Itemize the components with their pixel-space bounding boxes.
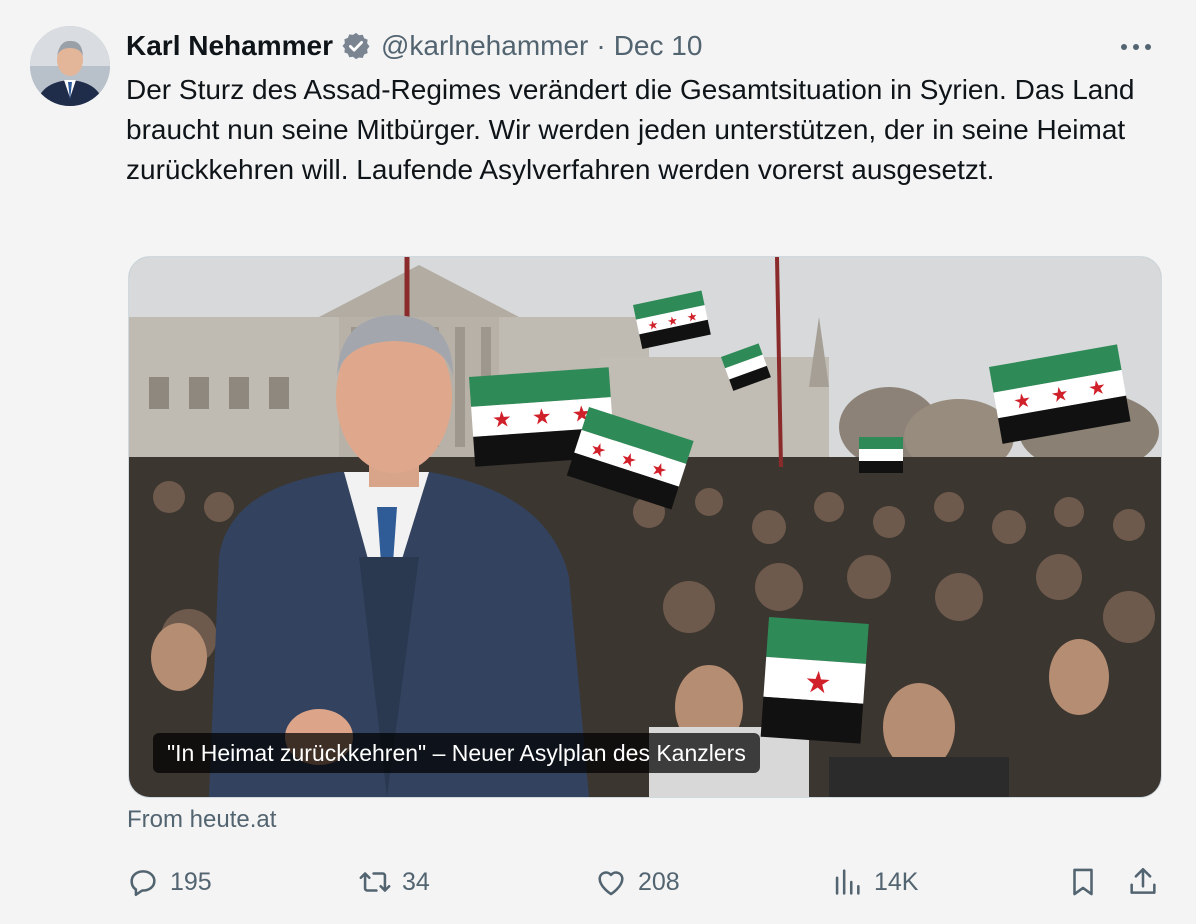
verified-badge-icon bbox=[342, 32, 370, 60]
avatar-image bbox=[30, 26, 110, 106]
tweet-text: Der Sturz des Assad-Regimes verändert di… bbox=[126, 74, 1135, 185]
more-options-button[interactable] bbox=[1116, 32, 1156, 62]
bookmark-button[interactable] bbox=[1066, 860, 1100, 904]
tweet-date[interactable]: Dec 10 bbox=[614, 30, 703, 62]
svg-text:★: ★ bbox=[1012, 389, 1033, 414]
more-dots-icon bbox=[1121, 44, 1151, 50]
author-avatar[interactable] bbox=[30, 26, 110, 106]
reply-count: 195 bbox=[170, 867, 212, 896]
repost-count: 34 bbox=[402, 867, 430, 896]
author-name[interactable]: Karl Nehammer bbox=[126, 30, 333, 62]
link-card[interactable]: ★ ★ ★ ★ ★ ★ ★ ★ ★ ★ ★ ★ ★ "In Heimat zur… bbox=[128, 256, 1162, 798]
card-source[interactable]: From heute.at bbox=[127, 806, 276, 834]
card-caption: "In Heimat zurückkehren" – Neuer Asylpla… bbox=[153, 733, 760, 773]
view-count: 14K bbox=[874, 867, 919, 896]
header-separator: · bbox=[596, 30, 606, 61]
tweet-actions: 195 34 208 14K bbox=[126, 860, 1166, 904]
reply-icon bbox=[130, 870, 156, 897]
author-handle[interactable]: @karlnehammer bbox=[381, 30, 588, 62]
heart-icon bbox=[598, 871, 624, 896]
svg-text:★: ★ bbox=[1087, 376, 1108, 401]
bookmark-icon bbox=[1073, 868, 1093, 896]
svg-text:★: ★ bbox=[531, 403, 552, 429]
like-button[interactable]: 208 bbox=[594, 860, 680, 904]
share-button[interactable] bbox=[1126, 860, 1160, 904]
tweet-header: Karl Nehammer @karlnehammer · Dec 10 bbox=[126, 26, 1156, 66]
card-image: ★ ★ ★ ★ ★ ★ ★ ★ ★ ★ ★ ★ ★ bbox=[129, 257, 1161, 797]
reply-button[interactable]: 195 bbox=[126, 860, 212, 904]
repost-icon bbox=[359, 872, 391, 892]
views-chart-icon bbox=[835, 869, 860, 895]
repost-button[interactable]: 34 bbox=[358, 860, 430, 904]
share-icon bbox=[1130, 867, 1156, 894]
svg-text:★: ★ bbox=[803, 666, 832, 701]
views-button[interactable]: 14K bbox=[830, 860, 918, 904]
svg-text:★: ★ bbox=[1049, 383, 1070, 408]
like-count: 208 bbox=[638, 867, 680, 896]
svg-text:★: ★ bbox=[491, 406, 512, 432]
